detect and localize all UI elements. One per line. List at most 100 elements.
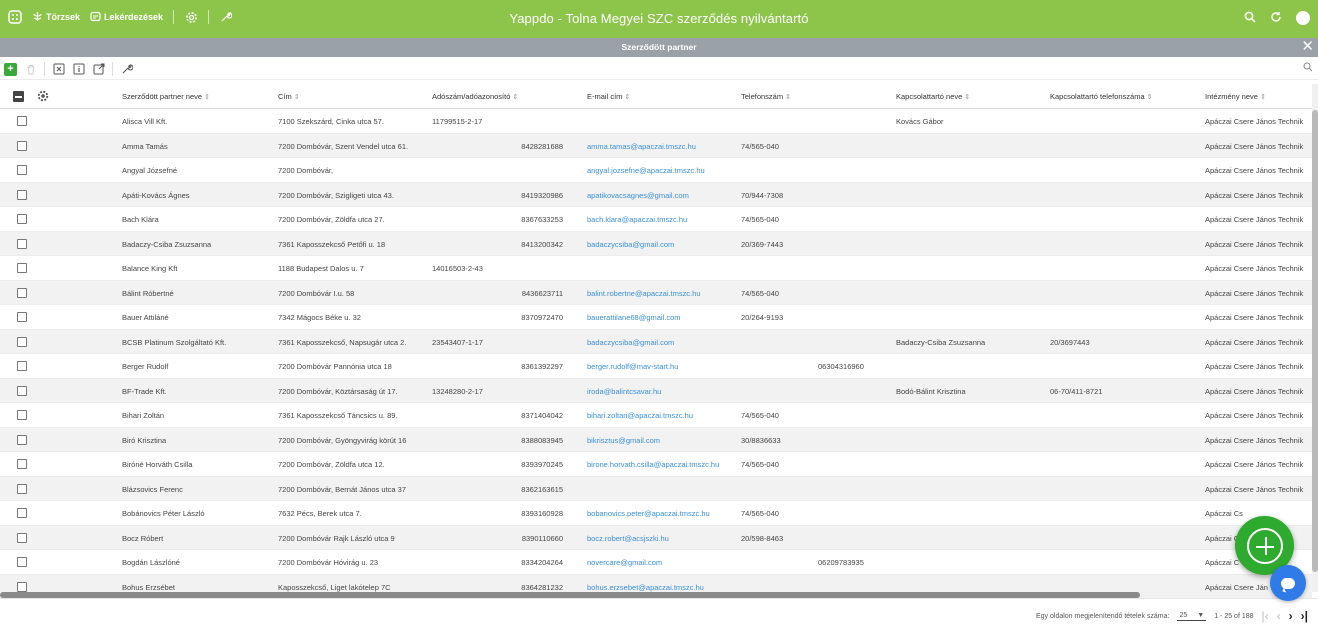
row-checkbox[interactable] xyxy=(17,165,27,175)
column-header-contact-name[interactable]: Kapcsolattartó neve ⇕ xyxy=(896,92,970,101)
cell-tax-number: 8393970245 xyxy=(521,460,563,469)
table-row[interactable]: Bogdán Lászlóné 7200 Dombóvár Hóvirág u. … xyxy=(0,550,1312,575)
close-icon[interactable]: ✕ xyxy=(1301,39,1314,54)
cell-email[interactable]: bauerattilane68@gmail.com xyxy=(587,313,737,322)
cell-institution: Apáczai Csere János Technik xyxy=(1205,411,1304,420)
data-grid: Szerződött partner neve ⇕ Cím ⇕ Adószám/ad… xyxy=(0,84,1312,592)
open-external-icon[interactable] xyxy=(92,63,105,76)
table-row[interactable]: Bihari Zoltán 7361 Kaposszekcső Táncsics … xyxy=(0,403,1312,428)
column-header-label: Adószám/adóazonosító xyxy=(432,92,511,101)
row-checkbox[interactable] xyxy=(17,581,27,592)
table-row[interactable]: BCSB Platinum Szolgáltató Kft. 7361 Kapos… xyxy=(0,329,1312,354)
table-row[interactable]: Bohus Erzsébet Kaposszekcső, Liget lakóte… xyxy=(0,574,1312,592)
scroll-thumb[interactable] xyxy=(1312,110,1318,572)
refresh-icon[interactable] xyxy=(1270,11,1282,25)
cell-address: 7200 Dombóvár Rajk László utca 9 xyxy=(278,533,395,543)
row-checkbox[interactable] xyxy=(17,532,27,543)
delete-icon[interactable] xyxy=(24,63,37,76)
table-row[interactable]: Angyal Józsefné 7200 Dombóvár, angyal.jozs… xyxy=(0,158,1312,183)
row-checkbox[interactable] xyxy=(17,263,27,273)
column-header-partner[interactable]: Szerződött partner neve ⇕ xyxy=(122,92,210,101)
table-row[interactable]: Amma Tamás 7200 Dombóvár, Szent Vendel ut… xyxy=(0,133,1312,158)
cell-phone: 20/598-8463 xyxy=(741,533,784,543)
table-row[interactable]: Balance King Kft 1188 Budapest Dalos u. 7… xyxy=(0,256,1312,281)
table-row[interactable]: Bauer Attiláné 7342 Mágocs Béke u. 32 8370… xyxy=(0,305,1312,330)
row-checkbox[interactable] xyxy=(17,459,27,469)
column-header-contact-phone[interactable]: Kapcsolattartó telefonszáma ⇕ xyxy=(1050,92,1153,101)
row-checkbox[interactable] xyxy=(17,361,27,371)
next-page-icon[interactable]: › xyxy=(1289,610,1293,622)
cell-institution: Apáczai Csere János Technik xyxy=(1205,117,1304,126)
cell-email[interactable]: apatikovacsagnes@gmail.com xyxy=(587,191,737,200)
cell-address: 7200 Dombóvár, Bernát János utca 37 xyxy=(278,484,406,494)
table-row[interactable]: Biróné Horváth Csilla 7200 Dombóvár, Zöld… xyxy=(0,452,1312,477)
table-row[interactable]: Berger Rudolf 7200 Dombóvár Pannónia utca… xyxy=(0,354,1312,379)
row-checkbox[interactable] xyxy=(17,312,27,322)
row-checkbox[interactable] xyxy=(17,238,27,249)
cell-email[interactable]: bihari.zoltan@apaczai.tmszc.hu xyxy=(587,411,737,420)
cell-email[interactable]: bikrisztus@gmail.com xyxy=(587,436,737,445)
cell-email[interactable]: iroda@balintcsavar.hu xyxy=(587,387,737,396)
cell-contact-phone: 20/3697443 xyxy=(1050,337,1090,347)
cell-email[interactable]: novercare@gmail.com xyxy=(587,558,737,567)
wrench-icon[interactable] xyxy=(120,63,133,76)
page-size-value: 25 xyxy=(1179,611,1188,619)
cell-email[interactable]: balint.robertne@apaczai.tmszc.hu xyxy=(587,289,737,298)
row-checkbox[interactable] xyxy=(17,189,27,200)
grid-search-icon[interactable] xyxy=(1303,62,1313,74)
vertical-scrollbar[interactable] xyxy=(1312,84,1318,592)
cell-email[interactable]: bohus.erzsebet@apaczai.tmszc.hu xyxy=(587,583,737,592)
cell-email[interactable]: bobanovics.peter@apaczai.tmszc.hu xyxy=(587,509,737,518)
cell-address: 7200 Dombóvár Pannónia utca 18 xyxy=(278,362,392,371)
row-checkbox[interactable] xyxy=(17,508,27,518)
row-checkbox[interactable] xyxy=(17,410,27,420)
cell-email[interactable]: amma.tamas@apaczai.tmszc.hu xyxy=(587,142,737,151)
table-row[interactable]: BF-Trade Kft. 7200 Dombóvár, Köztársaság … xyxy=(0,378,1312,403)
theme-toggle[interactable] xyxy=(1296,11,1310,25)
table-row[interactable]: Bálint Róbertné 7200 Dombóvár I.u. 58 8436… xyxy=(0,280,1312,305)
cell-email[interactable]: berger.rudolf@mav-start.hu xyxy=(587,362,737,371)
row-checkbox[interactable] xyxy=(17,336,27,347)
row-checkbox[interactable] xyxy=(17,434,27,445)
row-checkbox[interactable] xyxy=(17,116,27,126)
search-icon[interactable] xyxy=(1244,11,1256,25)
last-page-icon[interactable]: ›| xyxy=(1301,610,1308,622)
table-row[interactable]: Blázsovics Ferenc 7200 Dombóvár, Bernát J… xyxy=(0,476,1312,501)
excel-export-icon[interactable] xyxy=(52,63,65,76)
column-header-address[interactable]: Cím ⇕ xyxy=(278,92,300,101)
column-header-email[interactable]: E-mail cím ⇕ xyxy=(587,92,630,101)
table-row[interactable]: Bocz Róbert 7200 Dombóvár Rajk László utc… xyxy=(0,525,1312,550)
sort-icon: ⇕ xyxy=(512,94,519,101)
row-checkbox[interactable] xyxy=(17,483,27,494)
cell-email[interactable]: bach.klara@apaczai.tmszc.hu xyxy=(587,215,737,224)
column-header-phone[interactable]: Telefonszám ⇕ xyxy=(741,92,791,101)
row-checkbox[interactable] xyxy=(17,557,27,567)
column-settings-icon[interactable] xyxy=(37,90,49,104)
chat-button[interactable] xyxy=(1270,565,1306,601)
cell-email[interactable]: bocz.robert@acsjszki.hu xyxy=(587,534,737,543)
cell-phone-alt: 06209783935 xyxy=(818,558,864,567)
row-checkbox[interactable] xyxy=(17,140,27,151)
cell-email[interactable]: badaczycsiba@gmail.com xyxy=(587,240,737,249)
deselect-all-checkbox[interactable] xyxy=(13,91,24,102)
table-row[interactable]: Bach Klára 7200 Dombóvár, Zöldfa utca 27.… xyxy=(0,207,1312,232)
table-row[interactable]: Bobánovics Péter László 7632 Pécs, Berek … xyxy=(0,501,1312,526)
cell-tax-number: 8370972470 xyxy=(521,313,563,322)
table-row[interactable]: Alisca Vill Kft. 7100 Szekszárd, Cinka ut… xyxy=(0,109,1312,134)
row-checkbox[interactable] xyxy=(17,385,27,396)
row-checkbox[interactable] xyxy=(17,214,27,224)
column-header-taxid[interactable]: Adószám/adóazonosító ⇕ xyxy=(432,92,518,101)
cell-email[interactable]: badaczycsiba@gmail.com xyxy=(587,338,737,347)
column-header-institution[interactable]: Intézmény neve ⇕ xyxy=(1205,92,1266,101)
prev-page-icon[interactable]: ‹ xyxy=(1277,610,1281,622)
cell-email[interactable]: angyal.jozsefne@apaczai.tmszc.hu xyxy=(587,166,737,175)
table-row[interactable]: Badaczy-Csiba Zsuzsanna 7361 Kaposszekcső… xyxy=(0,231,1312,256)
first-page-icon[interactable]: |‹ xyxy=(1262,610,1269,622)
table-row[interactable]: Biró Krisztina 7200 Dombóvár, Gyöngyvirág… xyxy=(0,427,1312,452)
add-button[interactable]: + xyxy=(4,62,17,76)
row-checkbox[interactable] xyxy=(17,287,27,298)
cell-email[interactable]: birone.horvath.csilla@apaczai.tmszc.hu xyxy=(587,460,737,469)
page-size-select[interactable]: 25 ▼ xyxy=(1177,611,1207,621)
table-row[interactable]: Apáti-Kovács Ágnes 7200 Dombóvár, Sziglig… xyxy=(0,182,1312,207)
info-icon[interactable] xyxy=(72,63,85,76)
